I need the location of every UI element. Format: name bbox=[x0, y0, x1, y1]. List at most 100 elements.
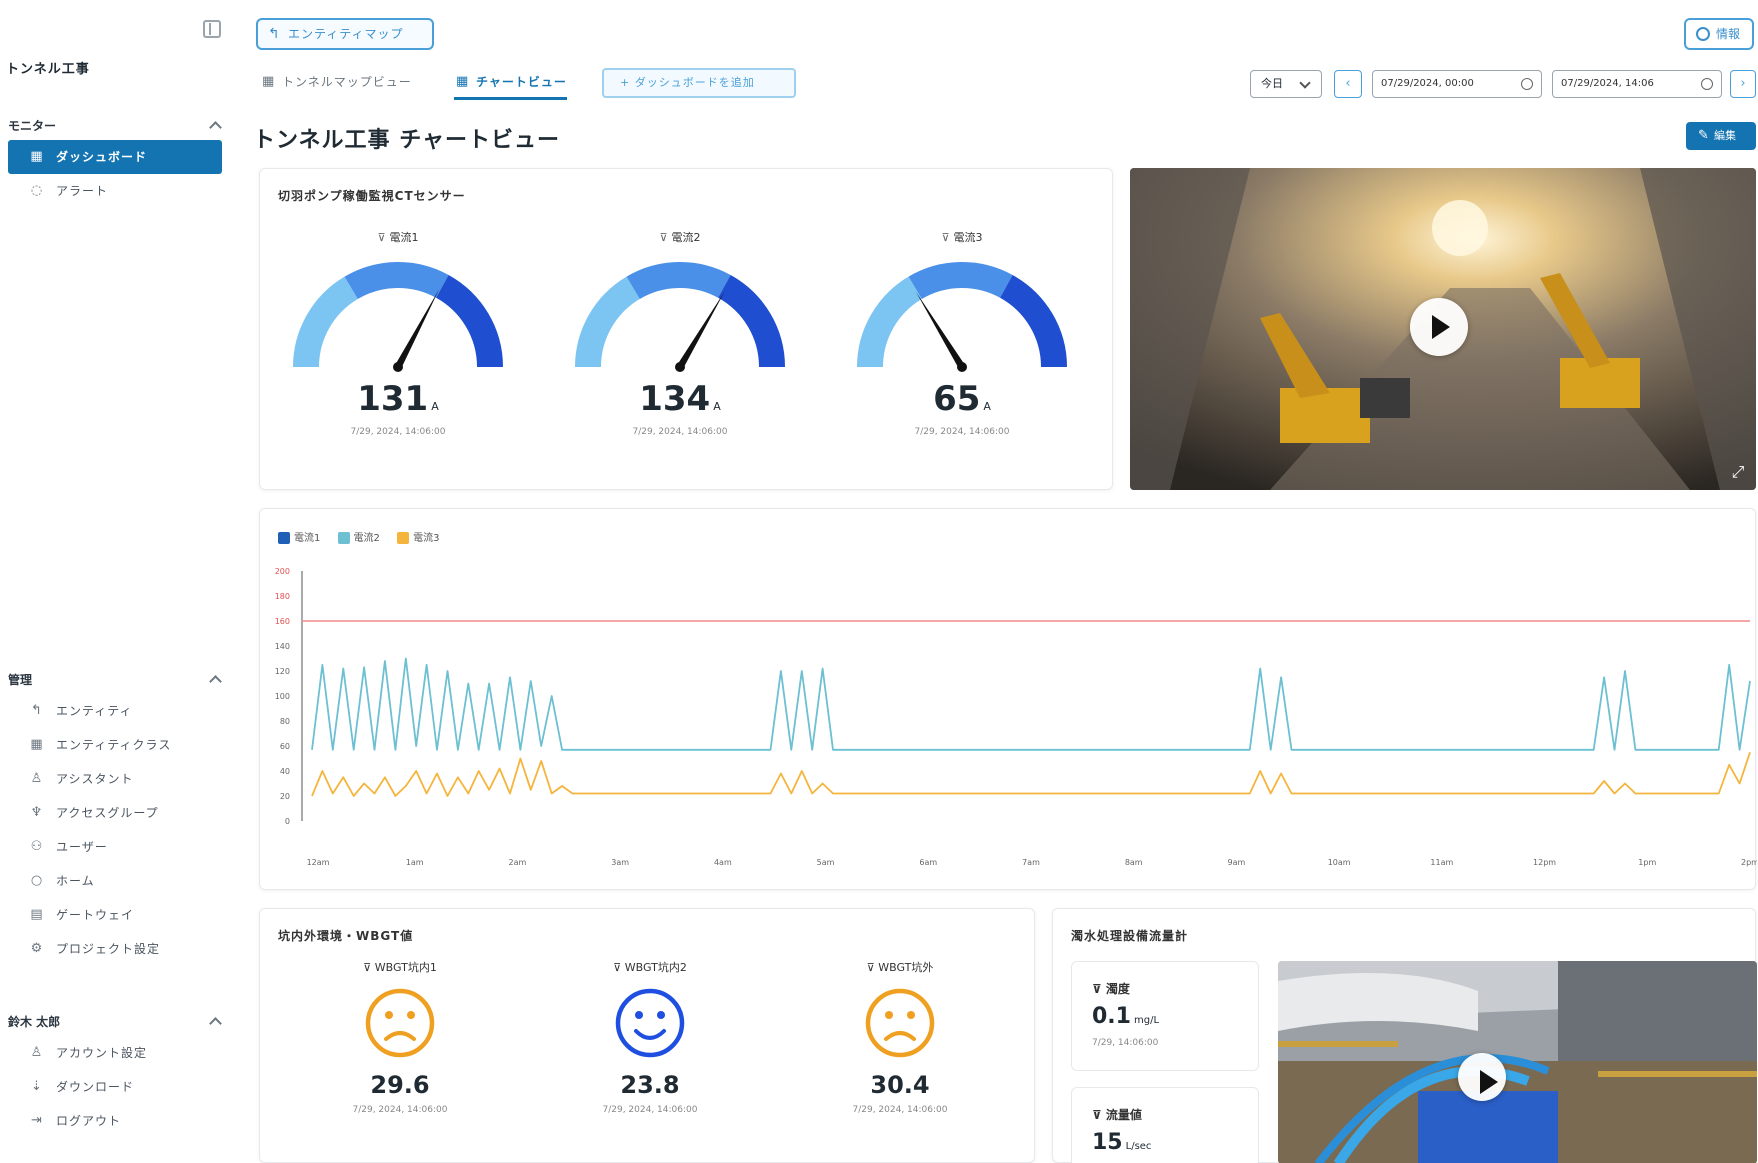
end-datetime-field[interactable]: 07/29/2024, 14:06 bbox=[1552, 70, 1722, 98]
sidebar-heading-admin[interactable]: 管理 bbox=[0, 666, 236, 694]
entity-map-button[interactable]: ↰ エンティティマップ bbox=[256, 18, 434, 50]
x-tick-label: 1pm bbox=[1638, 858, 1656, 867]
play-button[interactable] bbox=[1410, 298, 1468, 356]
water-facility-image bbox=[1278, 961, 1757, 1163]
legend-item[interactable]: 電流3 bbox=[397, 532, 440, 544]
sidebar-collapse-icon[interactable] bbox=[203, 20, 221, 38]
gauge-value: 134 A bbox=[639, 379, 721, 419]
metric-value: 0.1 mg/L bbox=[1092, 1004, 1160, 1029]
metric-time: 7/29, 14:06:00 bbox=[1092, 1038, 1159, 1048]
info-button[interactable]: 情報 bbox=[1684, 18, 1754, 50]
sidebar-heading-user[interactable]: 鈴木 太郎 bbox=[0, 1008, 236, 1036]
alert-icon: ◌ bbox=[30, 183, 44, 198]
x-tick-label: 2pm bbox=[1741, 858, 1757, 867]
wbgt-value: 29.6 bbox=[370, 1071, 430, 1099]
clock-icon bbox=[1701, 78, 1713, 90]
wbgt-value: 30.4 bbox=[870, 1071, 930, 1099]
x-tick-label: 8am bbox=[1125, 858, 1143, 867]
sidebar-section-monitor: モニター ▦ ダッシュボード ◌ アラート bbox=[0, 112, 236, 208]
start-datetime-field[interactable]: 07/29/2024, 00:00 bbox=[1372, 70, 1542, 98]
wbgt-card: 坑内外環境・WBGT値 ⊽ WBGT坑内1 29.6 7/29, 2024, 14:… bbox=[259, 908, 1035, 1163]
x-tick-label: 6am bbox=[919, 858, 937, 867]
gauge-value: 65 A bbox=[933, 379, 991, 419]
wbgt-value: 23.8 bbox=[620, 1071, 680, 1099]
gauge-needle bbox=[676, 291, 725, 369]
gauge-band bbox=[435, 274, 503, 368]
gauge-timestamp: 7/29, 2024, 14:06:00 bbox=[914, 427, 1010, 437]
water-card-title: 濁水処理設備流量計 bbox=[1071, 929, 1189, 943]
wbgt-timestamp: 7/29, 2024, 14:06:00 bbox=[352, 1105, 448, 1115]
wbgt-2: ⊽ WBGT坑内2 23.8 7/29, 2024, 14:06:00 bbox=[525, 959, 775, 1129]
app-root: トンネル工事 モニター ▦ ダッシュボード ◌ アラート 管理 ↰ エンティティ ▦ エ… bbox=[0, 0, 1758, 1163]
sidebar-item-entity-class[interactable]: ▦ エンティティクラス bbox=[8, 728, 222, 762]
sidebar-item-account[interactable]: ♙ アカウント設定 bbox=[8, 1036, 222, 1070]
sidebar-item-logout[interactable]: ⇥ ログアウト bbox=[8, 1104, 222, 1138]
x-tick-label: 3am bbox=[611, 858, 629, 867]
assistant-icon: ♙ bbox=[30, 771, 44, 786]
y-tick-label: 160 bbox=[275, 617, 290, 626]
x-tick-label: 10am bbox=[1328, 858, 1351, 867]
tab-tunnel-map[interactable]: ▦ トンネルマップビュー bbox=[260, 66, 412, 98]
sidebar-item-home[interactable]: ○ ホーム bbox=[8, 864, 222, 898]
sidebar-item-access-group[interactable]: ♆ アクセスグループ bbox=[8, 796, 222, 830]
legend-item[interactable]: 電流2 bbox=[337, 532, 380, 544]
info-icon bbox=[1696, 27, 1710, 41]
gauge-timestamp: 7/29, 2024, 14:06:00 bbox=[350, 427, 446, 437]
next-range-button[interactable]: › bbox=[1730, 70, 1756, 98]
wbgt-card-title: 坑内外環境・WBGT値 bbox=[278, 929, 414, 943]
sidebar-item-gateway[interactable]: ▤ ゲートウェイ bbox=[8, 898, 222, 932]
sidebar-item-assistant[interactable]: ♙ アシスタント bbox=[8, 762, 222, 796]
filter-icon: ⊽ bbox=[1092, 982, 1106, 996]
gauge-band bbox=[857, 276, 923, 368]
legend-item[interactable]: 電流1 bbox=[278, 532, 320, 544]
sidebar-item-dashboard[interactable]: ▦ ダッシュボード bbox=[8, 140, 222, 174]
access-group-icon: ♆ bbox=[30, 805, 44, 820]
sidebar-item-users[interactable]: ⚇ ユーザー bbox=[8, 830, 222, 864]
filter-icon: ⊽ bbox=[941, 231, 950, 244]
chevron-up-icon bbox=[209, 1017, 222, 1030]
sidebar-item-alert[interactable]: ◌ アラート bbox=[8, 174, 222, 208]
entity-icon: ↰ bbox=[268, 26, 281, 42]
sidebar-item-download[interactable]: ⇣ ダウンロード bbox=[8, 1070, 222, 1104]
gauge-band bbox=[293, 276, 359, 368]
gauge-band bbox=[908, 262, 1013, 300]
users-icon: ⚇ bbox=[30, 839, 44, 854]
water-camera-video[interactable] bbox=[1278, 961, 1757, 1163]
add-dashboard-button[interactable]: + ダッシュボードを追加 bbox=[602, 68, 796, 98]
download-icon: ⇣ bbox=[31, 1079, 43, 1094]
metric-label: ⊽ 流量値 bbox=[1092, 1108, 1142, 1122]
legend-swatch bbox=[337, 532, 350, 544]
sidebar-item-entity[interactable]: ↰ エンティティ bbox=[8, 694, 222, 728]
x-tick-label: 7am bbox=[1022, 858, 1040, 867]
tunnel-camera-video[interactable]: ⤢ bbox=[1130, 168, 1756, 490]
gauge-needle bbox=[916, 291, 965, 369]
legend-swatch bbox=[278, 532, 290, 544]
x-tick-label: 2am bbox=[509, 858, 527, 867]
gauge-label: ⊽ 電流1 bbox=[377, 231, 419, 244]
entity-icon: ↰ bbox=[31, 703, 43, 718]
gauge-hub bbox=[957, 362, 967, 372]
fullscreen-icon[interactable]: ⤢ bbox=[1728, 462, 1748, 482]
gauge-band bbox=[717, 274, 785, 368]
range-select[interactable]: 今日 bbox=[1250, 70, 1322, 98]
filter-icon: ⊽ bbox=[363, 961, 375, 974]
gauge-label: ⊽ 電流3 bbox=[941, 231, 983, 244]
sidebar-heading-monitor[interactable]: モニター bbox=[0, 112, 236, 140]
prev-range-button[interactable]: ‹ bbox=[1334, 70, 1362, 98]
edit-icon: ✎ bbox=[1698, 128, 1709, 143]
metric-value: 15 L/sec bbox=[1092, 1130, 1152, 1155]
sidebar-item-project-settings[interactable]: ⚙ プロジェクト設定 bbox=[8, 932, 222, 966]
line-chart-card: 電流1 電流2 電流3 0 20 40 60 80 100 120 140 160 180 200 1… bbox=[259, 508, 1758, 890]
tab-chart-view[interactable]: ▦ チャートビュー bbox=[454, 66, 567, 100]
edit-button[interactable]: ✎ 編集 bbox=[1686, 122, 1756, 150]
x-tick-label: 1am bbox=[406, 858, 424, 867]
smiley-sad-icon bbox=[865, 988, 935, 1058]
play-button[interactable] bbox=[1458, 1053, 1506, 1101]
wbgt-3: ⊽ WBGT坑外 30.4 7/29, 2024, 14:06:00 bbox=[775, 959, 1025, 1129]
filter-icon: ⊽ bbox=[659, 231, 668, 244]
gauge-band bbox=[575, 276, 641, 368]
page-title: トンネル工事 チャートビュー bbox=[253, 128, 561, 153]
filter-icon: ⊽ bbox=[377, 231, 386, 244]
project-title: トンネル工事 bbox=[6, 62, 90, 77]
y-tick-label: 140 bbox=[275, 642, 290, 651]
